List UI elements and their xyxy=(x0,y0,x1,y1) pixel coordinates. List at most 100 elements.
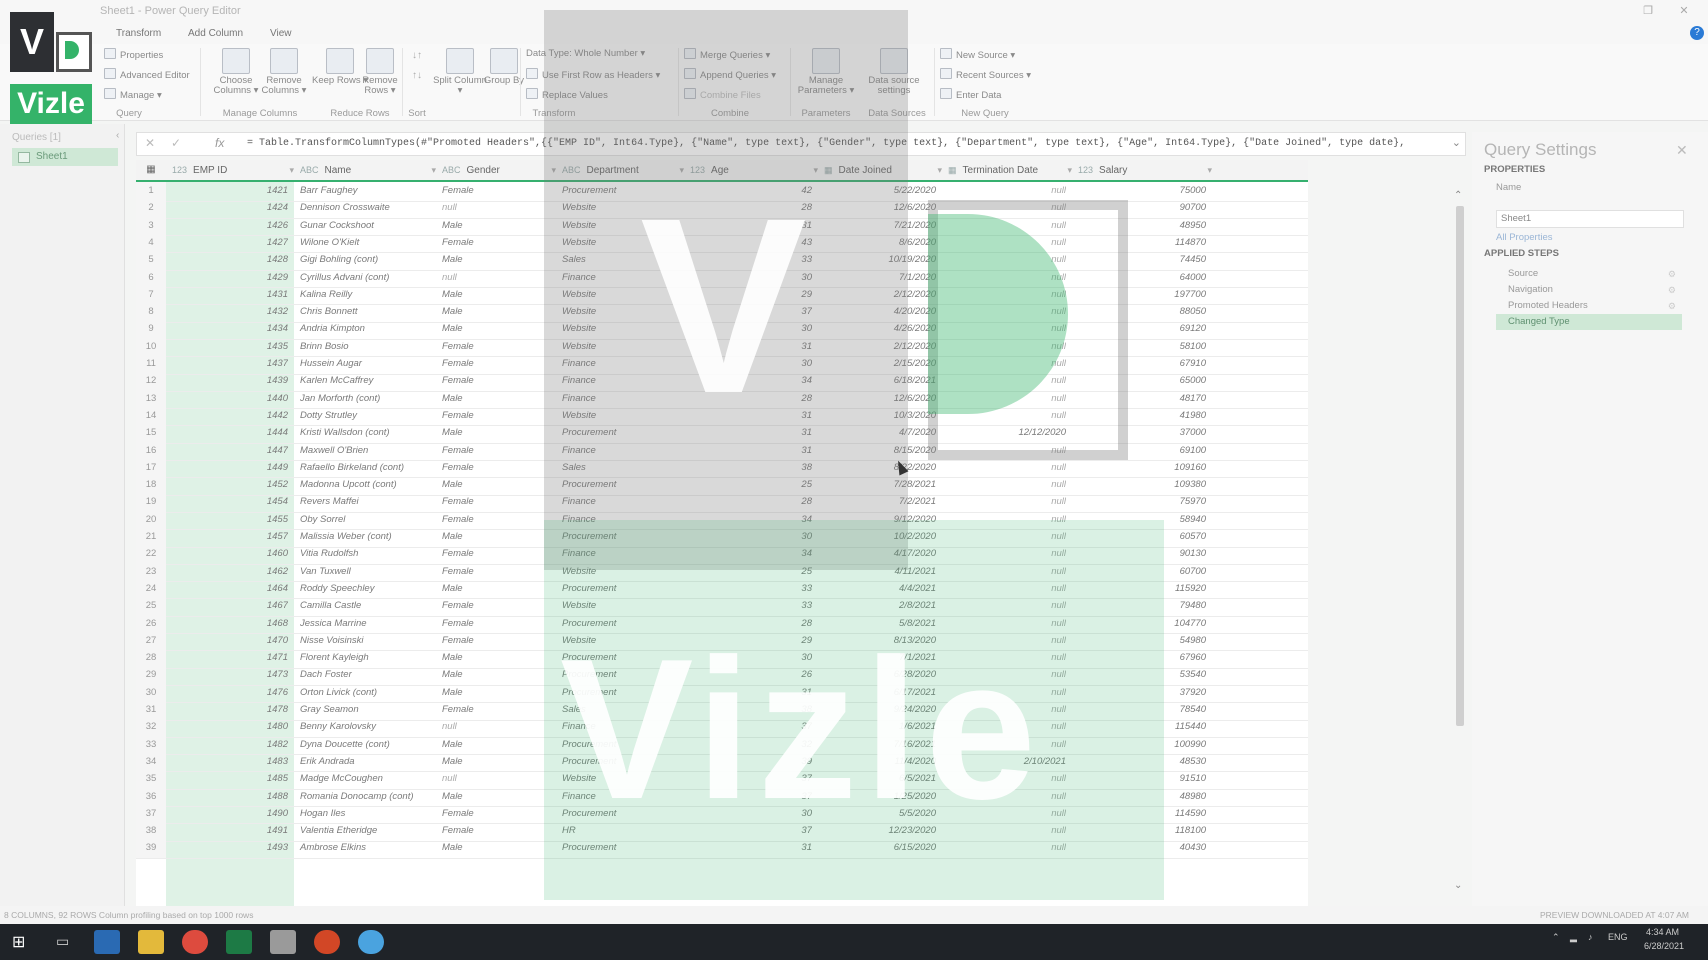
table-cell[interactable]: Female xyxy=(436,459,550,478)
row-number[interactable]: 28 xyxy=(136,649,166,668)
table-cell[interactable]: Female xyxy=(436,407,550,426)
table-cell[interactable]: Orton Livick (cont) xyxy=(294,684,430,703)
table-cell[interactable]: 75970 xyxy=(1072,493,1206,512)
table-cell[interactable]: null xyxy=(942,493,1066,512)
table-cell[interactable]: 109380 xyxy=(1072,476,1206,495)
row-number[interactable]: 26 xyxy=(136,614,166,633)
row-number[interactable]: 20 xyxy=(136,510,166,530)
table-cell[interactable]: 1490 xyxy=(166,805,288,824)
restore-window-icon[interactable]: ❐ xyxy=(1640,4,1656,18)
close-settings-icon[interactable]: ✕ xyxy=(1676,142,1688,159)
row-number[interactable]: 16 xyxy=(136,441,166,460)
table-cell[interactable]: Hussein Augar xyxy=(294,355,430,374)
table-cell[interactable]: 1427 xyxy=(166,234,288,253)
table-cell[interactable]: Malissia Weber (cont) xyxy=(294,528,430,547)
column-header-name[interactable]: ABC Name ▾ xyxy=(294,160,442,180)
close-window-icon[interactable]: ✕ xyxy=(1676,4,1692,18)
table-cell[interactable]: 1424 xyxy=(166,199,288,218)
table-cell[interactable]: 1426 xyxy=(166,217,288,236)
table-cell[interactable]: Male xyxy=(436,736,550,755)
collapse-pane-icon[interactable]: ‹ xyxy=(116,130,119,141)
table-cell[interactable]: Kristi Wallsdon (cont) xyxy=(294,424,430,443)
table-cell[interactable]: Oby Sorrel xyxy=(294,511,430,530)
table-cell[interactable]: 1491 xyxy=(166,822,288,841)
row-number[interactable]: 30 xyxy=(136,683,166,703)
help-icon[interactable]: ? xyxy=(1690,26,1704,40)
remove-rows-button[interactable]: Remove Rows ▾ xyxy=(350,48,410,96)
row-number[interactable]: 15 xyxy=(136,424,166,443)
table-cell[interactable]: 1464 xyxy=(166,580,288,599)
table-cell[interactable]: Dyna Doucette (cont) xyxy=(294,736,430,755)
row-number[interactable]: 12 xyxy=(136,372,166,391)
table-cell[interactable]: Male xyxy=(436,580,550,599)
table-cell[interactable]: 1440 xyxy=(166,390,288,409)
properties-button[interactable]: Properties xyxy=(104,48,163,61)
table-cell[interactable]: Karlen McCaffrey xyxy=(294,372,430,391)
table-cell[interactable]: 1470 xyxy=(166,632,288,651)
row-number[interactable]: 22 xyxy=(136,545,166,564)
table-cell[interactable]: Male xyxy=(436,839,550,858)
table-cell[interactable]: Female xyxy=(436,511,550,530)
table-cell[interactable]: 1439 xyxy=(166,372,288,391)
gear-icon[interactable]: ⚙ xyxy=(1656,298,1676,314)
advanced-editor-button[interactable]: Advanced Editor xyxy=(104,68,190,81)
table-cell[interactable]: Male xyxy=(436,476,550,495)
table-cell[interactable]: Camilla Castle xyxy=(294,597,430,616)
row-number[interactable]: 1 xyxy=(136,182,166,201)
table-cell[interactable]: Romania Donocamp (cont) xyxy=(294,788,430,807)
table-cell[interactable]: 1485 xyxy=(166,770,288,789)
table-cell[interactable]: 1476 xyxy=(166,684,288,703)
row-number[interactable]: 9 xyxy=(136,320,166,339)
table-cell[interactable]: Madge McCoughen xyxy=(294,770,430,789)
gear-icon[interactable]: ⚙ xyxy=(1656,266,1676,282)
file-explorer-icon[interactable] xyxy=(138,930,164,954)
table-cell[interactable]: 1447 xyxy=(166,442,288,461)
table-cell[interactable]: Female xyxy=(436,372,550,391)
table-cell[interactable]: Female xyxy=(436,338,550,357)
row-number[interactable]: 34 xyxy=(136,752,166,772)
column-type-icon[interactable]: 123 xyxy=(172,165,187,175)
table-cell[interactable]: Female xyxy=(436,493,550,512)
scroll-down-icon[interactable]: ⌄ xyxy=(1454,880,1462,891)
group-by-button[interactable]: Group By xyxy=(474,48,534,86)
table-cell[interactable]: 1452 xyxy=(166,476,288,495)
table-cell[interactable]: Male xyxy=(436,217,550,236)
row-number[interactable]: 14 xyxy=(136,406,166,426)
table-cell[interactable]: 1493 xyxy=(166,839,288,858)
column-header-termination-date[interactable]: ▦ Termination Date ▾ xyxy=(942,160,1078,180)
table-cell[interactable]: Female xyxy=(436,805,550,824)
row-number[interactable]: 21 xyxy=(136,528,166,547)
table-cell[interactable]: Rafaello Birkeland (cont) xyxy=(294,459,430,478)
applied-step-promoted-headers[interactable]: Promoted Headers ⚙ xyxy=(1496,298,1682,314)
table-cell[interactable]: 1421 xyxy=(166,182,288,201)
table-cell[interactable]: Gigi Bohling (cont) xyxy=(294,251,430,270)
row-number[interactable]: 25 xyxy=(136,597,166,616)
table-cell[interactable]: Male xyxy=(436,390,550,409)
table-cell[interactable]: 1457 xyxy=(166,528,288,547)
table-cell[interactable]: Valentia Etheridge xyxy=(294,822,430,841)
row-number[interactable]: 36 xyxy=(136,787,166,806)
table-cell[interactable]: Male xyxy=(436,788,550,807)
table-cell[interactable]: 1480 xyxy=(166,718,288,737)
table-cell[interactable]: null xyxy=(942,476,1066,495)
table-cell[interactable]: Female xyxy=(436,701,550,720)
table-cell[interactable]: Hogan Iles xyxy=(294,805,430,824)
table-cell[interactable]: Male xyxy=(436,251,550,270)
applied-step-changed-type[interactable]: Changed Type xyxy=(1496,314,1682,330)
table-cell[interactable]: Barr Faughey xyxy=(294,182,430,201)
tray-arrow-icon[interactable]: ⌃ xyxy=(1552,932,1560,943)
task-view-icon[interactable]: ▭ xyxy=(56,933,69,950)
table-cell[interactable]: Ambrose Elkins xyxy=(294,839,430,858)
table-cell[interactable]: 1467 xyxy=(166,597,288,616)
row-number[interactable]: 29 xyxy=(136,666,166,685)
scroll-up-icon[interactable]: ⌃ xyxy=(1454,190,1462,201)
table-cell[interactable]: null xyxy=(942,459,1066,478)
table-cell[interactable]: Vitia Rudolfsh xyxy=(294,545,430,564)
edge-icon[interactable] xyxy=(94,930,120,954)
column-type-icon[interactable]: ABC xyxy=(442,165,461,175)
row-number[interactable]: 37 xyxy=(136,804,166,824)
table-cell[interactable]: Female xyxy=(436,563,550,582)
table-cell[interactable]: Roddy Speechley xyxy=(294,580,430,599)
table-cell[interactable]: 1455 xyxy=(166,511,288,530)
manage-button[interactable]: Manage ▾ xyxy=(104,88,162,101)
